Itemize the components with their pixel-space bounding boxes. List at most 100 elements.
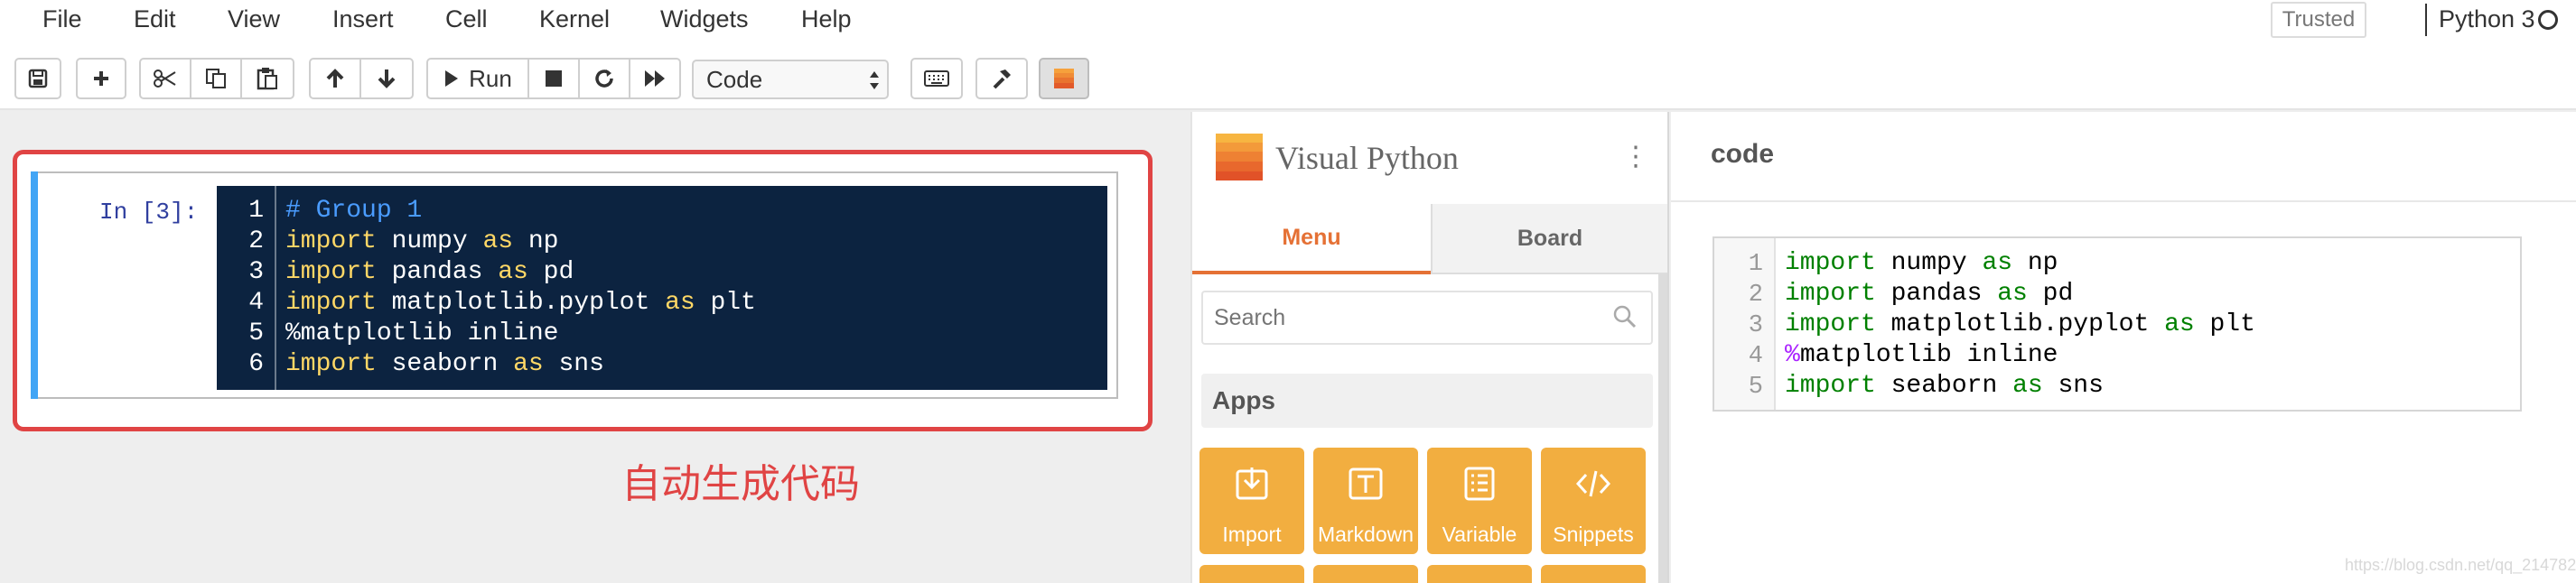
visual-python-toggle-button[interactable] <box>1039 58 1089 99</box>
scissors-icon <box>154 69 176 88</box>
arrow-up-icon <box>326 69 344 88</box>
code-keyword: as <box>1997 280 2028 308</box>
code-line: import seaborn as sns <box>1785 372 2104 400</box>
code-keyword: as <box>1982 249 2013 277</box>
interrupt-button[interactable] <box>527 58 580 99</box>
copy-icon <box>206 69 226 88</box>
visual-python-logo <box>1216 134 1263 180</box>
code-keyword: import <box>1785 310 1876 338</box>
code-text: numpy <box>1875 249 1983 277</box>
stop-icon <box>546 70 562 87</box>
app-tile[interactable] <box>1199 565 1304 583</box>
code-text: sns <box>543 350 604 378</box>
app-tile[interactable] <box>1313 565 1418 583</box>
hammer-icon <box>993 69 1011 89</box>
cell-type-value: Code <box>706 65 763 93</box>
command-palette-button[interactable] <box>910 58 963 99</box>
code-keyword: import <box>1785 372 1876 400</box>
kernel-idle-icon <box>2538 10 2558 30</box>
kernel-name[interactable]: Python 3 <box>2439 5 2535 33</box>
refresh-icon <box>595 69 613 88</box>
code-line: import seaborn as sns <box>285 350 604 378</box>
code-line: # Group 1 <box>285 197 422 225</box>
app-label: Import <box>1222 523 1282 546</box>
code-text: np <box>2012 249 2058 277</box>
line-number: 1 <box>1748 251 1763 278</box>
copy-button[interactable] <box>190 58 242 99</box>
code-keyword: as <box>2164 310 2195 338</box>
code-text: pd <box>2027 280 2074 308</box>
menubar: File Edit View Insert Cell Kernel Widget… <box>0 0 2576 38</box>
code-line: %matplotlib inline <box>285 319 558 347</box>
select-arrows-icon <box>870 71 879 89</box>
code-keyword: import <box>285 289 377 317</box>
app-snippets-button[interactable]: Snippets <box>1541 448 1646 554</box>
kernel-divider <box>2425 4 2427 36</box>
code-keyword: as <box>513 350 544 378</box>
insert-cell-button[interactable] <box>76 58 126 99</box>
save-button[interactable] <box>14 58 61 99</box>
code-keyword: as <box>498 258 528 286</box>
app-tile[interactable] <box>1541 565 1646 583</box>
import-icon <box>1236 467 1268 500</box>
code-keyword: as <box>482 227 514 255</box>
hammer-button[interactable] <box>975 58 1028 99</box>
cell-selected-indicator <box>31 171 38 399</box>
variable-icon <box>1464 467 1495 501</box>
menu-insert[interactable]: Insert <box>332 5 394 33</box>
restart-run-all-button[interactable] <box>629 58 681 99</box>
menu-help[interactable]: Help <box>801 5 852 33</box>
code-keyword: import <box>1785 280 1876 308</box>
paste-button[interactable] <box>240 58 294 99</box>
line-number: 5 <box>248 319 264 347</box>
menu-widgets[interactable]: Widgets <box>660 5 749 33</box>
line-number: 5 <box>1748 374 1763 401</box>
code-line: import matplotlib.pyplot as plt <box>1785 310 2255 338</box>
menu-file[interactable]: File <box>42 5 82 33</box>
visual-python-logo-icon <box>1054 69 1074 88</box>
app-variable-button[interactable]: Variable <box>1427 448 1532 554</box>
apps-header[interactable]: Apps <box>1201 374 1653 428</box>
menu-edit[interactable]: Edit <box>134 5 176 33</box>
trusted-badge[interactable]: Trusted <box>2271 2 2366 38</box>
code-text: pd <box>527 258 574 286</box>
code-text: numpy <box>376 227 483 255</box>
move-up-button[interactable] <box>309 58 361 99</box>
code-text: seaborn <box>376 350 514 378</box>
cell-type-select[interactable]: Code <box>692 60 889 99</box>
line-number: 2 <box>1748 282 1763 309</box>
app-import-button[interactable]: Import <box>1199 448 1304 554</box>
save-icon <box>28 69 48 88</box>
code-keyword: as <box>2012 372 2043 400</box>
code-comment: # Group 1 <box>285 197 423 225</box>
menu-view[interactable]: View <box>228 5 280 33</box>
code-keyword: import <box>1785 249 1876 277</box>
code-line: import matplotlib.pyplot as plt <box>285 289 756 317</box>
annotation-text: 自动生成代码 <box>621 461 860 507</box>
code-line: import numpy as np <box>285 227 558 255</box>
divider <box>1671 200 2576 202</box>
code-text: sns <box>2042 372 2104 400</box>
app-label: Variable <box>1442 523 1517 546</box>
line-number: 6 <box>248 350 264 378</box>
play-icon <box>445 70 459 87</box>
more-options-icon[interactable]: ⋮ <box>1622 141 1649 172</box>
tab-menu[interactable]: Menu <box>1192 204 1431 274</box>
code-keyword: import <box>285 258 377 286</box>
app-tile[interactable] <box>1427 565 1532 583</box>
paste-icon <box>257 68 277 90</box>
code-text: plt <box>695 289 756 317</box>
app-label: Markdown <box>1317 523 1414 546</box>
search-input[interactable] <box>1201 291 1653 345</box>
panel-scrollbar[interactable] <box>1658 274 1667 583</box>
restart-button[interactable] <box>578 58 630 99</box>
cut-button[interactable] <box>139 58 191 99</box>
code-brackets-icon <box>1575 470 1611 497</box>
code-text: pandas <box>376 258 499 286</box>
app-markdown-button[interactable]: Markdown <box>1313 448 1418 554</box>
menu-cell[interactable]: Cell <box>445 5 488 33</box>
tab-board[interactable]: Board <box>1431 204 1667 274</box>
move-down-button[interactable] <box>359 58 414 99</box>
menu-kernel[interactable]: Kernel <box>539 5 610 33</box>
run-button[interactable]: Run <box>426 58 529 99</box>
